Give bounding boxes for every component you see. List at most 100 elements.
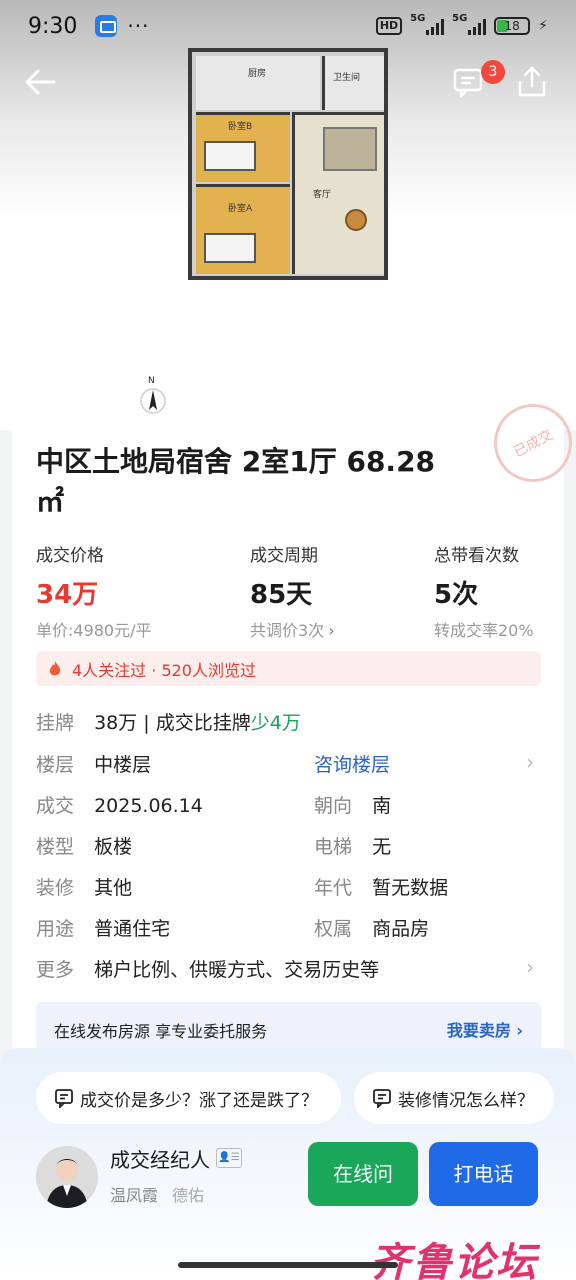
share-icon[interactable] <box>514 64 550 100</box>
stat-sub: 单价:4980元/平 <box>36 621 152 640</box>
status-time: 9:30 <box>28 13 78 39</box>
row-key: 朝向 <box>314 795 353 817</box>
status-bar: 9:30 ··· HD 5G 5G 18 ⚡ <box>0 0 576 52</box>
forum-watermark: 齐鲁论坛 <box>370 1240 538 1280</box>
agent-role: 成交经纪人 <box>110 1148 210 1172</box>
quick-question-label: 装修情况怎么样？ <box>398 1090 534 1111</box>
row-value: 无 <box>372 836 392 858</box>
quick-question-price[interactable]: 成交价是多少？涨了还是跌了？ <box>36 1072 341 1124</box>
row-key: 更多 <box>36 959 75 981</box>
fp-sofa-icon <box>323 127 377 171</box>
decoration-row: 装修 其他 <box>36 873 132 900</box>
row-value: 普通住宅 <box>94 918 171 940</box>
floor-row: 楼层 中楼层 <box>36 750 151 777</box>
compass-icon: N <box>138 376 168 416</box>
row-key: 年代 <box>314 877 353 899</box>
page-root: 9:30 ··· HD 5G 5G 18 ⚡ 3 厨房 卫生间 卧室B 卧室A … <box>0 0 576 1280</box>
fp-bed-icon <box>204 141 256 171</box>
row-key: 用途 <box>36 918 75 940</box>
status-indicators: HD 5G 5G 18 ⚡ <box>375 13 548 35</box>
online-chat-button[interactable]: 在线问 <box>308 1142 418 1206</box>
row-value: 商品房 <box>372 918 430 940</box>
fp-living-label: 客厅 <box>313 190 332 200</box>
app-notification-icon <box>95 15 118 37</box>
listing-price-row: 挂牌 38万 | 成交比挂牌少4万 <box>36 708 301 735</box>
fp-bed-icon <box>204 233 256 263</box>
signal-icon: 5G <box>410 13 445 35</box>
chat-bubble-icon <box>55 1089 73 1108</box>
more-info-row[interactable]: 更多 梯户比例、供暖方式、交易历史等 <box>36 955 379 982</box>
business-card-icon[interactable]: 👤☰ <box>216 1148 242 1168</box>
floorplan-hero: 9:30 ··· HD 5G 5G 18 ⚡ 3 厨房 卫生间 卧室B 卧室A … <box>0 0 576 430</box>
floorplan-image[interactable]: 厨房 卫生间 卧室B 卧室A 客厅 <box>188 48 388 280</box>
row-value: 板楼 <box>94 836 133 858</box>
fp-bath-label: 卫生间 <box>333 73 361 83</box>
usage-row: 用途 普通住宅 <box>36 914 170 941</box>
row-value: 其他 <box>94 877 133 899</box>
stat-deal-period[interactable]: 成交周期 85天 共调价3次 › <box>250 541 335 641</box>
elevator-row: 电梯 无 <box>314 832 391 859</box>
fp-living-room: 客厅 <box>292 112 384 274</box>
sell-home-link[interactable]: 我要卖房 › <box>447 1017 523 1041</box>
stat-value: 5次 <box>434 580 479 610</box>
compass-north-label: N <box>148 376 155 386</box>
fp-bedroom-a: 卧室A <box>196 184 290 274</box>
ownership-row: 权属 商品房 <box>314 914 429 941</box>
row-value: 中楼层 <box>94 754 152 776</box>
chevron-right-icon[interactable]: › <box>526 955 534 979</box>
signal-icon: 5G <box>452 13 487 35</box>
row-value: 南 <box>372 795 392 817</box>
row-value: 2025.06.14 <box>94 795 203 817</box>
message-count-badge: 3 <box>481 60 505 84</box>
call-button[interactable]: 打电话 <box>429 1142 538 1206</box>
hd-icon: HD <box>375 17 403 35</box>
stat-sub: 共调价3次 › <box>250 621 335 640</box>
row-key: 楼层 <box>36 754 75 776</box>
row-key: 挂牌 <box>36 712 75 734</box>
row-key: 权属 <box>314 918 353 940</box>
stat-label: 成交价格 <box>36 546 104 566</box>
row-value: 梯户比例、供暖方式、交易历史等 <box>94 959 380 981</box>
message-icon[interactable] <box>452 66 484 98</box>
agent-name: 温凤霞 <box>110 1186 159 1205</box>
stat-sub: 转成交率20% <box>434 621 534 640</box>
consult-floor-link[interactable]: 咨询楼层 <box>314 750 390 777</box>
fp-table-icon <box>345 209 367 231</box>
stat-label: 成交周期 <box>250 546 318 566</box>
home-indicator[interactable] <box>178 1262 398 1268</box>
listing-title: 中区土地局宿舍 2室1厅 68.28㎡ <box>36 445 436 518</box>
year-row: 年代 暂无数据 <box>314 873 448 900</box>
chevron-right-icon[interactable]: › <box>526 750 534 774</box>
charging-icon: ⚡ <box>538 18 548 34</box>
row-key: 电梯 <box>314 836 353 858</box>
stat-label: 总带看次数 <box>434 546 519 566</box>
agent-avatar[interactable] <box>36 1146 98 1208</box>
row-key: 成交 <box>36 795 75 817</box>
quick-question-label: 成交价是多少？涨了还是跌了？ <box>80 1090 318 1111</box>
chat-bubble-icon <box>373 1089 391 1108</box>
fp-bath: 卫生间 <box>322 56 384 110</box>
deal-date-row: 成交 2025.06.14 <box>36 791 203 818</box>
more-notifications-icon: ··· <box>127 14 150 38</box>
building-type-row: 楼型 板楼 <box>36 832 132 859</box>
flame-icon <box>49 660 61 675</box>
popularity-bar: 4人关注过 · 520人浏览过 <box>36 651 541 686</box>
stat-viewings: 总带看次数 5次 转成交率20% <box>434 541 534 641</box>
agent-company: 德佑 <box>172 1186 205 1205</box>
quick-question-decoration[interactable]: 装修情况怎么样？ <box>354 1072 554 1124</box>
price-diff: 少4万 <box>250 712 301 734</box>
row-value: 38万 | 成交比挂牌 <box>94 712 251 734</box>
stat-value: 34万 <box>36 580 99 610</box>
fp-bedroom-b: 卧室B <box>196 112 290 182</box>
banner-text: 在线发布房源 享专业委托服务 <box>54 1022 268 1041</box>
row-value: 暂无数据 <box>372 877 449 899</box>
row-key: 楼型 <box>36 836 75 858</box>
chevron-right-icon: › <box>328 621 335 640</box>
fp-kitchen-label: 厨房 <box>248 69 267 79</box>
fp-bedroom-a-label: 卧室A <box>228 204 253 214</box>
fp-kitchen: 厨房 <box>196 56 320 110</box>
orientation-row: 朝向 南 <box>314 791 391 818</box>
popularity-text: 4人关注过 · 520人浏览过 <box>72 660 256 680</box>
back-arrow-icon[interactable] <box>20 62 60 102</box>
stat-deal-price: 成交价格 34万 单价:4980元/平 <box>36 541 152 641</box>
